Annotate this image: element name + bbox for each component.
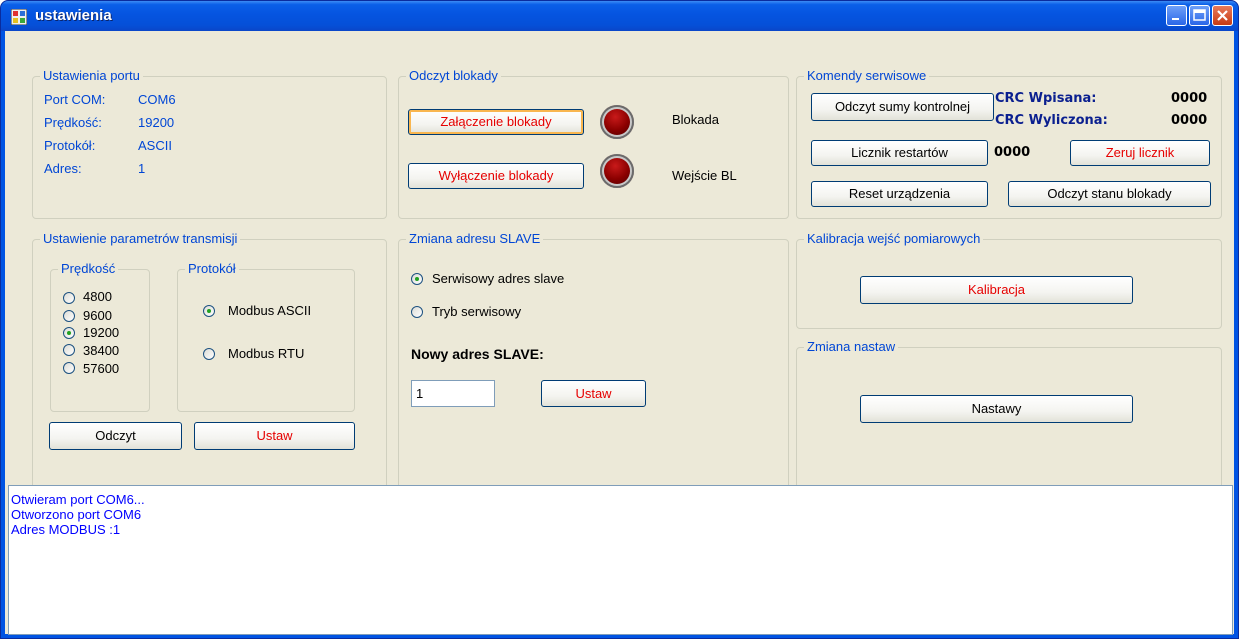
- speed-option-38400: 38400: [83, 343, 120, 358]
- disable-lock-button[interactable]: Wyłączenie blokady: [408, 163, 584, 189]
- protocol-value: ASCII: [138, 138, 172, 153]
- calibration-button[interactable]: Kalibracja: [860, 276, 1133, 304]
- address-label: Adres:: [44, 161, 82, 176]
- title-bar[interactable]: ustawienia: [1, 1, 1238, 31]
- maximize-icon: [1193, 9, 1206, 21]
- speed-option-9600: 9600: [83, 308, 112, 323]
- port-com-value: COM6: [138, 92, 176, 107]
- speed-option-4800: 4800: [83, 289, 112, 304]
- app-icon: [11, 9, 27, 25]
- speed-label: Prędkość:: [44, 115, 102, 130]
- transmission-title: Ustawienie parametrów transmisji: [40, 231, 241, 246]
- crc-entered-value: 0000: [1171, 91, 1208, 106]
- reset-device-button[interactable]: Reset urządzenia: [811, 181, 988, 207]
- crc-computed-value: 0000: [1171, 113, 1208, 128]
- transmission-read-button[interactable]: Odczyt: [49, 422, 182, 450]
- crc-entered-label: CRC Wpisana:: [995, 91, 1097, 106]
- port-settings-group: Ustawienia portu Port COM: COM6 Prędkość…: [32, 68, 387, 219]
- protocol-radio-modbus-rtu[interactable]: [203, 348, 215, 360]
- lock-indicator-label: Blokada: [672, 112, 719, 127]
- speed-radio-38400[interactable]: [63, 344, 75, 356]
- speed-radio-4800[interactable]: [63, 292, 75, 304]
- app-window: ustawienia Ustawienia portu Port COM: CO…: [0, 0, 1239, 639]
- slave-address-title: Zmiana adresu SLAVE: [406, 231, 544, 246]
- speed-radio-9600[interactable]: [63, 310, 75, 322]
- read-checksum-button[interactable]: Odczyt sumy kontrolnej: [811, 93, 994, 121]
- settings-change-group: Zmiana nastaw Nastawy: [796, 339, 1222, 505]
- protocol-radio-modbus-ascii[interactable]: [203, 305, 215, 317]
- minimize-icon: [1172, 18, 1179, 20]
- slave-set-button[interactable]: Ustaw: [541, 380, 646, 407]
- close-icon: [1217, 10, 1228, 21]
- enable-lock-button[interactable]: Załączenie blokady: [408, 109, 584, 135]
- minimize-button[interactable]: [1166, 5, 1187, 26]
- service-commands-group: Komendy serwisowe Odczyt sumy kontrolnej…: [796, 68, 1222, 219]
- protocol-option-modbus-rtu: Modbus RTU: [228, 346, 305, 361]
- port-com-label: Port COM:: [44, 92, 106, 107]
- log-box[interactable]: Otwieram port COM6... Otworzono port COM…: [8, 485, 1233, 635]
- log-line: Adres MODBUS :1: [11, 522, 121, 537]
- close-button[interactable]: [1212, 5, 1233, 26]
- speed-subgroup-title: Prędkość: [58, 261, 119, 276]
- crc-computed-label: CRC Wyliczona:: [995, 113, 1108, 128]
- speed-radio-57600[interactable]: [63, 362, 75, 374]
- transmission-set-button[interactable]: Ustaw: [194, 422, 355, 450]
- protocol-label: Protokół:: [44, 138, 96, 153]
- bl-input-label: Wejście BL: [672, 168, 737, 183]
- slave-radio-service-address[interactable]: [411, 273, 423, 285]
- settings-button[interactable]: Nastawy: [860, 395, 1133, 423]
- address-value: 1: [138, 161, 146, 176]
- window-title: ustawienia: [35, 7, 112, 24]
- transmission-group: Ustawienie parametrów transmisji Prędkoś…: [32, 231, 387, 505]
- settings-change-title: Zmiana nastaw: [804, 339, 899, 354]
- slave-option-service-address: Serwisowy adres slave: [432, 271, 565, 286]
- bl-input-led-indicator: [600, 154, 634, 188]
- lock-read-group: Odczyt blokady Załączenie blokady Blokad…: [398, 68, 789, 219]
- protocol-subgroup: Protokół Modbus ASCII Modbus RTU: [177, 261, 355, 412]
- maximize-button[interactable]: [1189, 5, 1210, 26]
- protocol-option-modbus-ascii: Modbus ASCII: [228, 303, 312, 318]
- protocol-subgroup-title: Protokół: [185, 261, 239, 276]
- read-lock-state-button[interactable]: Odczyt stanu blokady: [1008, 181, 1211, 207]
- lock-led-indicator: [600, 105, 634, 139]
- speed-value: 19200: [138, 115, 175, 130]
- slave-option-service-mode: Tryb serwisowy: [432, 304, 522, 319]
- restart-counter-value: 0000: [994, 145, 1031, 160]
- slave-radio-service-mode[interactable]: [411, 306, 423, 318]
- new-slave-address-input[interactable]: [411, 380, 495, 407]
- slave-address-group: Zmiana adresu SLAVE Serwisowy adres slav…: [398, 231, 789, 505]
- new-slave-address-label: Nowy adres SLAVE:: [411, 346, 544, 362]
- calibration-title: Kalibracja wejść pomiarowych: [804, 231, 984, 246]
- log-line: Otwieram port COM6...: [11, 492, 145, 507]
- lock-read-title: Odczyt blokady: [406, 68, 501, 83]
- service-commands-title: Komendy serwisowe: [804, 68, 930, 83]
- reset-counter-button[interactable]: Zeruj licznik: [1070, 140, 1210, 166]
- speed-option-19200: 19200: [83, 325, 120, 340]
- speed-radio-19200[interactable]: [63, 327, 75, 339]
- speed-option-57600: 57600: [83, 361, 120, 376]
- speed-subgroup: Prędkość 4800 9600 19200 38400 57600: [50, 261, 150, 412]
- restart-counter-button[interactable]: Licznik restartów: [811, 140, 988, 166]
- port-settings-title: Ustawienia portu: [40, 68, 143, 83]
- calibration-group: Kalibracja wejść pomiarowych Kalibracja: [796, 231, 1222, 329]
- log-line: Otworzono port COM6: [11, 507, 142, 522]
